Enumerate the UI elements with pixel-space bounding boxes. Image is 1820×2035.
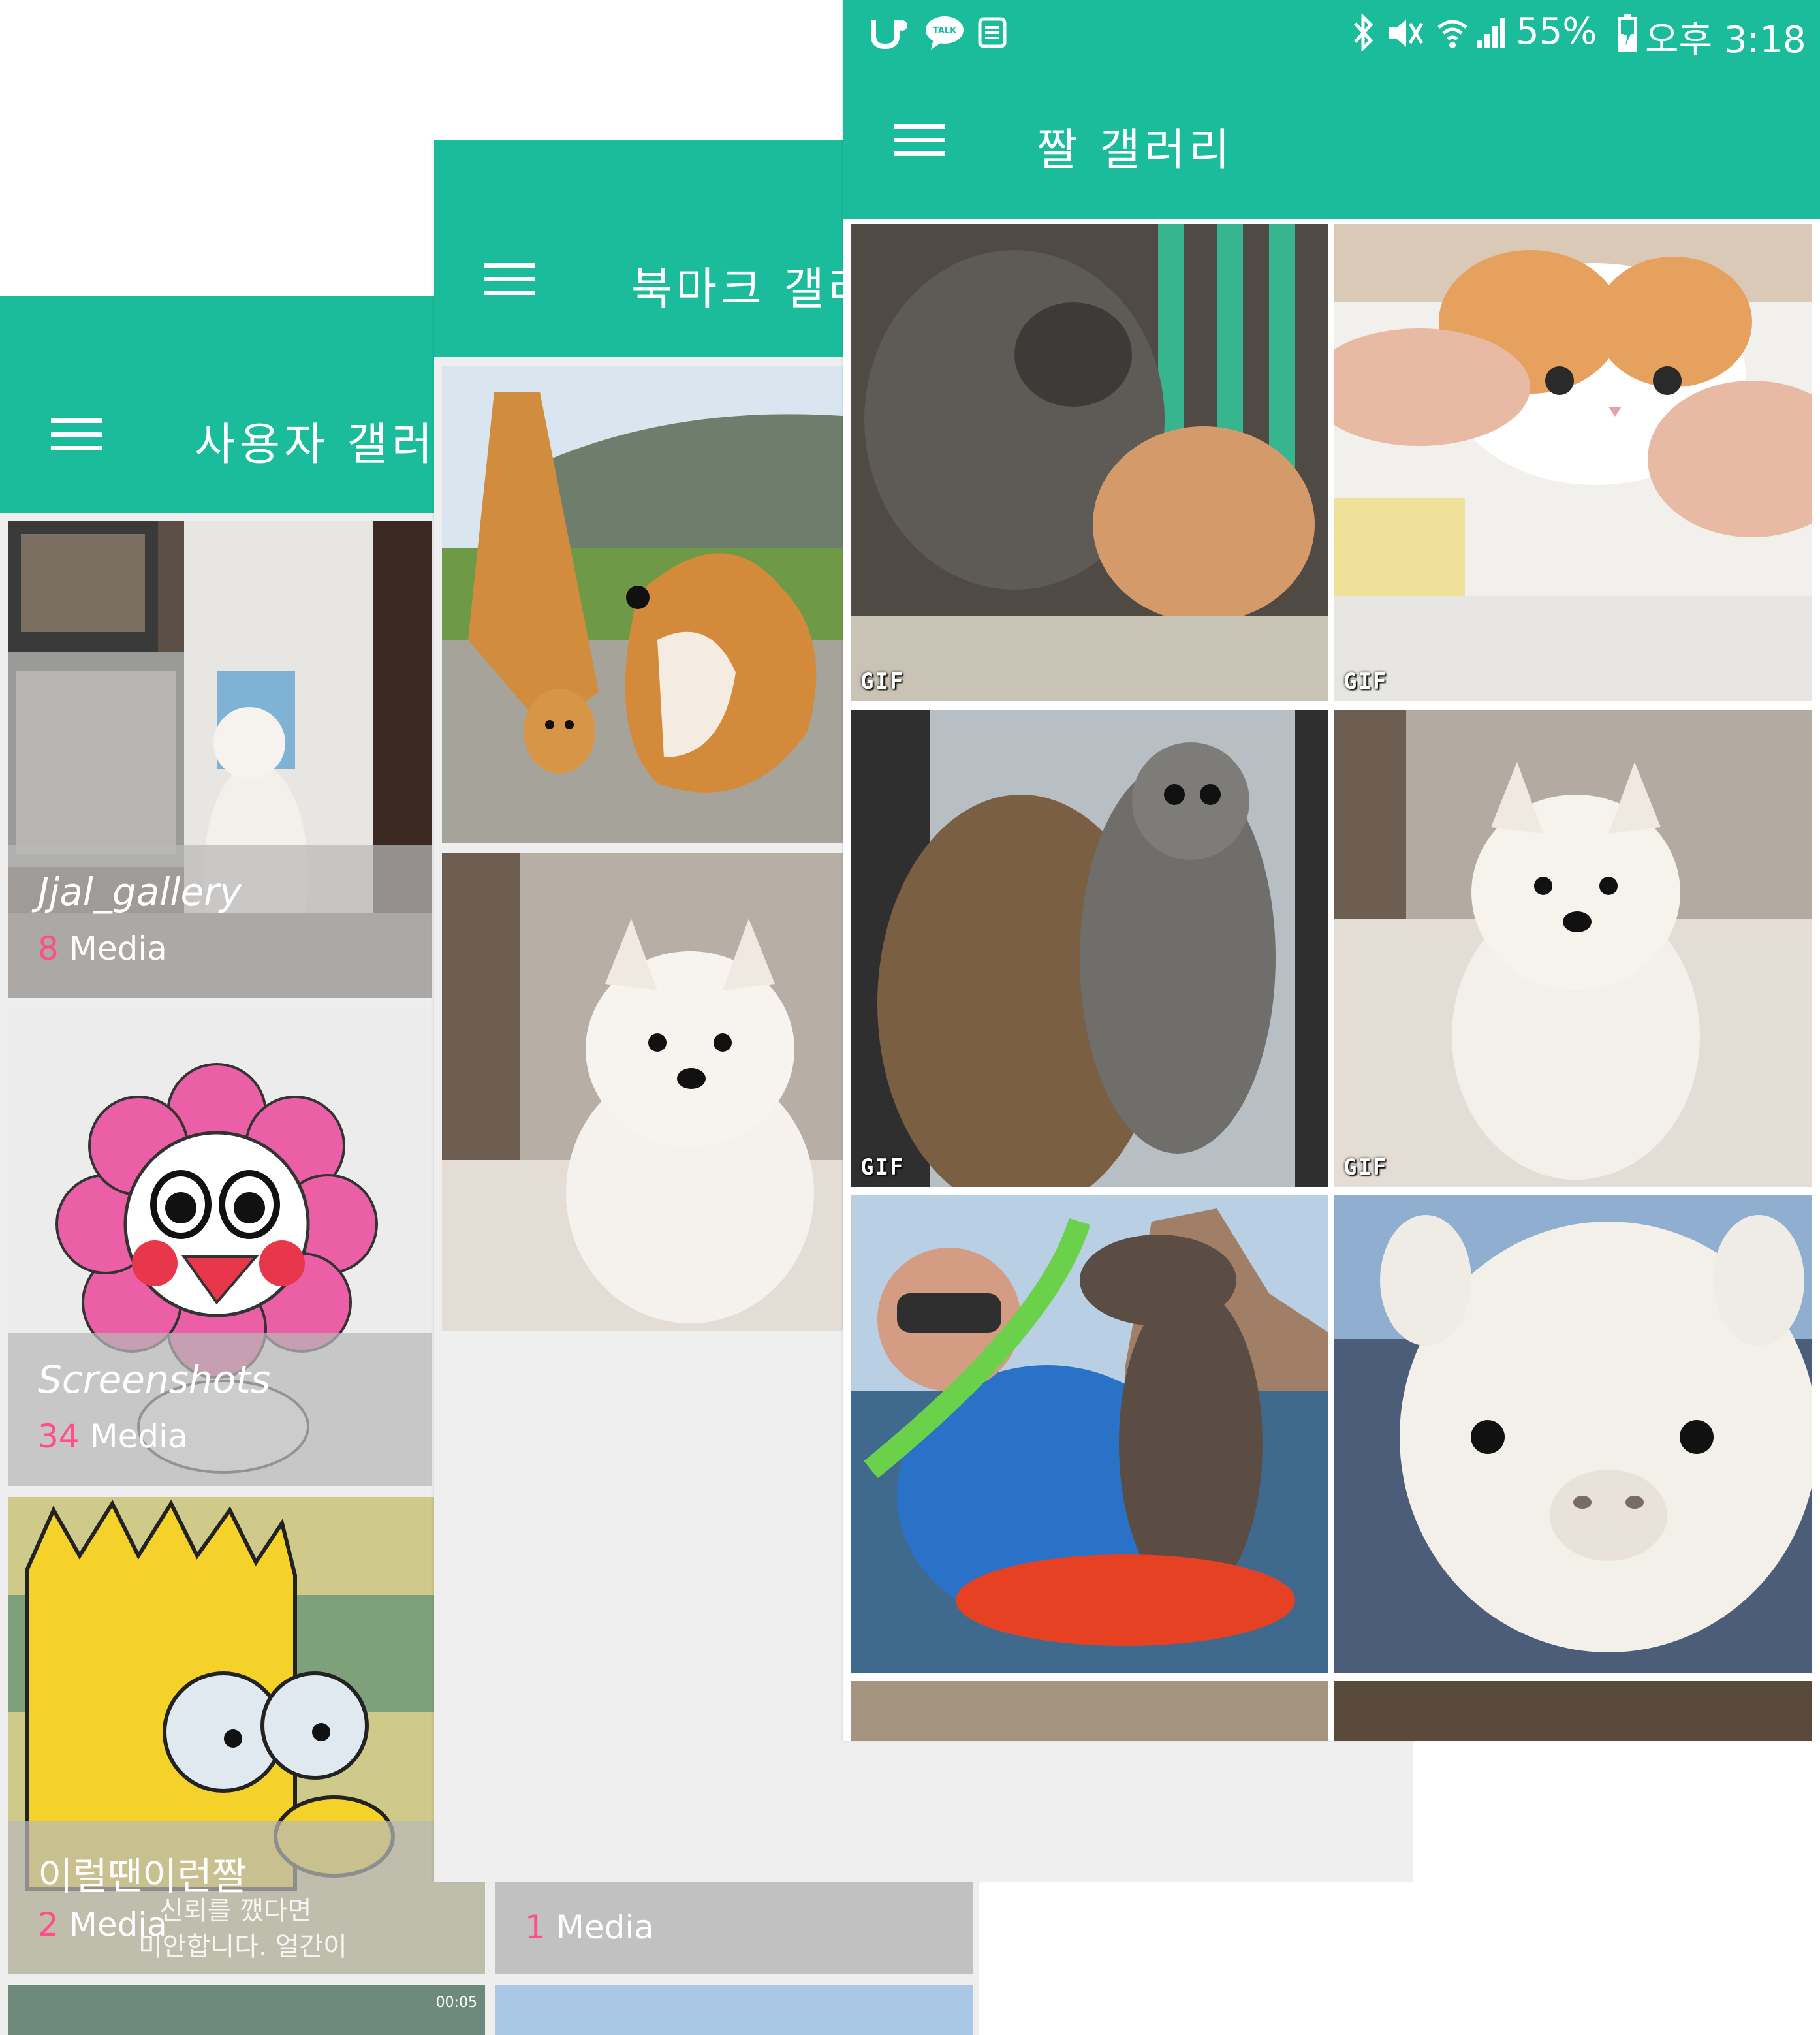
jjal-grid: GIF GIF GIF GIF [843, 219, 1820, 1741]
grid-image-seal[interactable] [851, 1195, 1328, 1673]
image-caption-line: 신뢰를 깼다면 [159, 1896, 312, 1926]
album-preview-building[interactable]: 00:05 [8, 1985, 485, 2035]
media-label: Media [556, 1908, 654, 1946]
battery-percent: 55% [1516, 10, 1597, 53]
media-count: 1 [525, 1908, 546, 1946]
grid-image-alpaca[interactable] [1334, 1195, 1812, 1673]
media-count: 8 [38, 930, 59, 968]
gif-badge: GIF [1343, 1154, 1388, 1180]
album-overlay: 이럴땐이런짤 2 Media 신뢰를 깼다면 미안합니다. 얼간이 [8, 1821, 485, 1974]
clock: 오후 3:18 [1645, 19, 1806, 61]
grid-image-partial-right[interactable] [1334, 1681, 1812, 1741]
album-count: 34 Media [38, 1417, 188, 1455]
battery-charging-icon [1618, 14, 1637, 52]
album-count: 8 Media [38, 930, 167, 968]
grid-image-raccoon-cat[interactable]: GIF [851, 224, 1328, 701]
menu-icon[interactable] [51, 418, 102, 450]
wifi-icon [1437, 20, 1467, 48]
alpaca-image [1334, 1195, 1812, 1673]
bluetooth-icon [1354, 14, 1373, 51]
page-title: 짤 갤러리 [1037, 125, 1234, 176]
u-plus-icon [871, 20, 907, 49]
album-name: Jjal_gallery [38, 870, 242, 914]
album-screenshots[interactable]: Screenshots 34 Media [8, 1009, 432, 1486]
grid-image-partial-left[interactable] [851, 1681, 1328, 1741]
gif-badge: GIF [860, 1154, 905, 1180]
media-count: 2 [38, 1906, 59, 1944]
album-count: 1 Media [525, 1908, 654, 1946]
grid-image-cats-window[interactable]: GIF [851, 710, 1328, 1187]
cats-at-window-image [851, 710, 1328, 1187]
album-name: Screenshots [38, 1357, 271, 1402]
signal-icon [1477, 18, 1505, 48]
status-bar: TALK 55% 오후 3:18 [843, 0, 1820, 65]
seal-and-snorkeler-image [851, 1195, 1328, 1673]
menu-icon[interactable] [484, 263, 535, 295]
white-pomeranian-image [1334, 710, 1812, 1187]
mute-icon [1389, 20, 1424, 47]
album-reaction-memes[interactable]: 이럴땐이런짤 2 Media 신뢰를 깼다면 미안합니다. 얼간이 [8, 1497, 485, 1974]
cat-face-squeeze-image [1334, 224, 1812, 701]
message-icon [978, 17, 1007, 48]
album-preview-sky[interactable] [495, 1985, 973, 2035]
video-duration: 00:05 [435, 1995, 477, 2011]
image-caption-line: 미안합니다. 얼간이 [138, 1932, 347, 1962]
grid-image-cat-squeeze[interactable]: GIF [1334, 224, 1812, 701]
talk-label: TALK [933, 26, 957, 36]
raccoon-and-cat-image [851, 224, 1328, 701]
media-label: Media [89, 1417, 188, 1455]
kakaotalk-icon: TALK [926, 16, 964, 50]
jjal-gallery-screen: TALK 55% 오후 3:18 짤 갤러리 GIF GIF GIF GIF [843, 0, 1820, 1741]
media-label: Media [69, 930, 167, 968]
media-count: 34 [38, 1417, 80, 1455]
jjal-gallery-appbar: TALK 55% 오후 3:18 짤 갤러리 [843, 0, 1820, 219]
menu-icon[interactable] [894, 124, 945, 156]
gif-badge: GIF [1343, 669, 1388, 695]
grid-image-pomeranian[interactable]: GIF [1334, 710, 1812, 1187]
album-jjal-gallery[interactable]: Jjal_gallery 8 Media [8, 521, 432, 998]
album-overlay: Jjal_gallery 8 Media [8, 845, 432, 998]
gif-badge: GIF [860, 669, 905, 695]
album-overlay: Screenshots 34 Media [8, 1333, 432, 1486]
